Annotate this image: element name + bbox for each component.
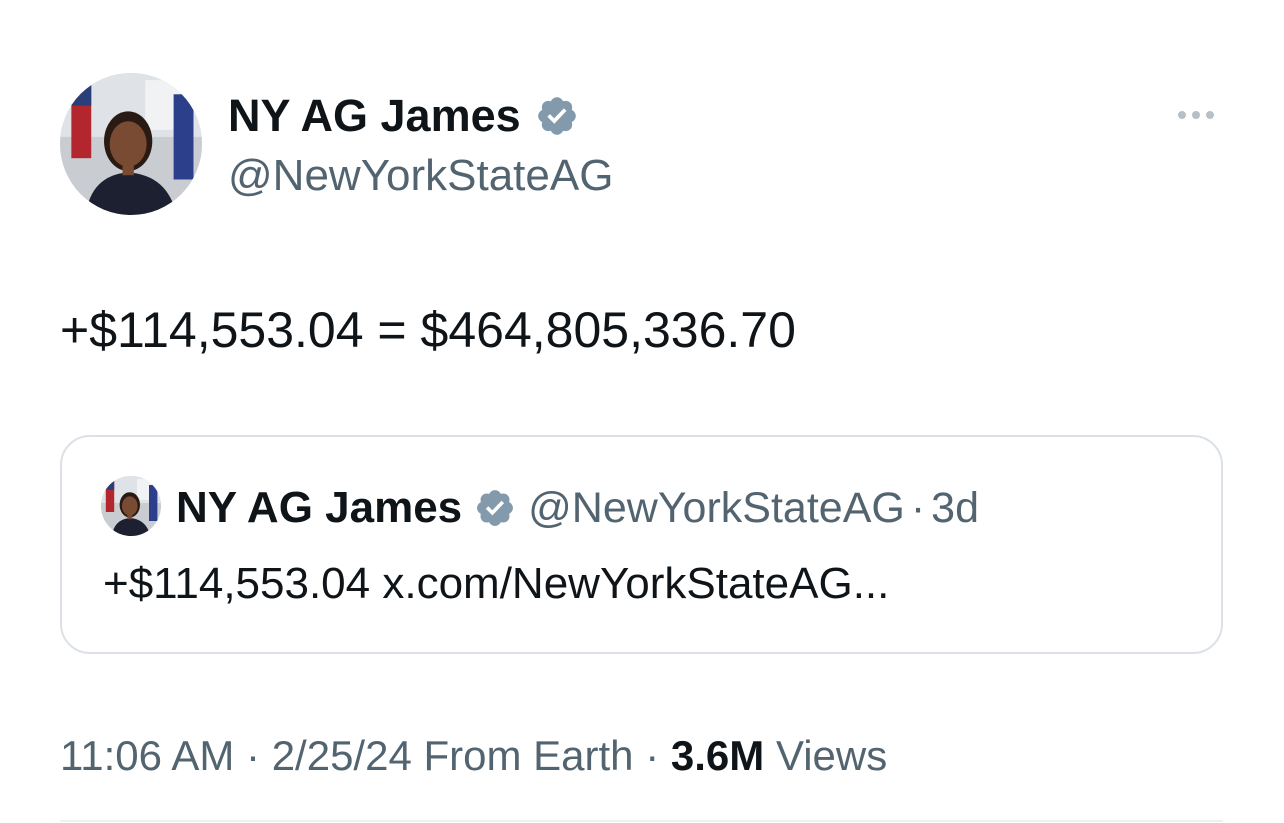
quoted-tweet-header: NY AG James @NewYorkStateAG · 3d (176, 480, 979, 536)
more-dot (1178, 111, 1186, 119)
quoted-tweet-card[interactable] (60, 435, 1223, 654)
separator-dot: · (910, 483, 926, 532)
tweet-date[interactable]: 2/25/24 (272, 732, 412, 779)
verified-badge-icon[interactable] (474, 487, 516, 529)
tweet-source: From Earth (423, 732, 634, 779)
quoted-author-avatar[interactable] (101, 476, 161, 536)
views-count[interactable]: 3.6M (671, 732, 764, 779)
tweet-detail: NY AG James @NewYorkStateAG +$114,553.04… (0, 0, 1284, 823)
separator-dot: · (246, 732, 261, 779)
avatar-photo (101, 476, 161, 536)
quoted-tweet-body: +$114,553.04 (103, 559, 371, 608)
views-label: Views (775, 732, 888, 779)
quoted-tweet-time[interactable]: 3d (931, 484, 979, 533)
more-dot (1192, 111, 1200, 119)
separator-dot: · (645, 732, 660, 779)
author-name-text: NY AG James (228, 90, 521, 141)
divider (60, 820, 1223, 822)
author-avatar[interactable] (60, 73, 202, 215)
quoted-tweet-link[interactable]: x.com/NewYorkStateAG... (382, 559, 889, 608)
tweet-text: +$114,553.04 = $464,805,336.70 (60, 302, 796, 358)
quoted-author-name[interactable]: NY AG James (176, 483, 462, 533)
tweet-meta: 11:06 AM · 2/25/24 From Earth · 3.6M Vie… (60, 730, 887, 782)
author-handle[interactable]: @NewYorkStateAG (228, 150, 613, 202)
avatar-photo (60, 73, 202, 215)
verified-badge-icon[interactable] (535, 94, 579, 138)
author-display-name[interactable]: NY AG James (228, 90, 579, 142)
quoted-author-handle[interactable]: @NewYorkStateAG (528, 484, 905, 533)
more-dot (1206, 111, 1214, 119)
quoted-tweet-text: +$114,553.04 x.com/NewYorkStateAG... (103, 556, 889, 612)
more-horizontal-icon[interactable] (1168, 100, 1224, 130)
tweet-time[interactable]: 11:06 AM (60, 732, 234, 779)
